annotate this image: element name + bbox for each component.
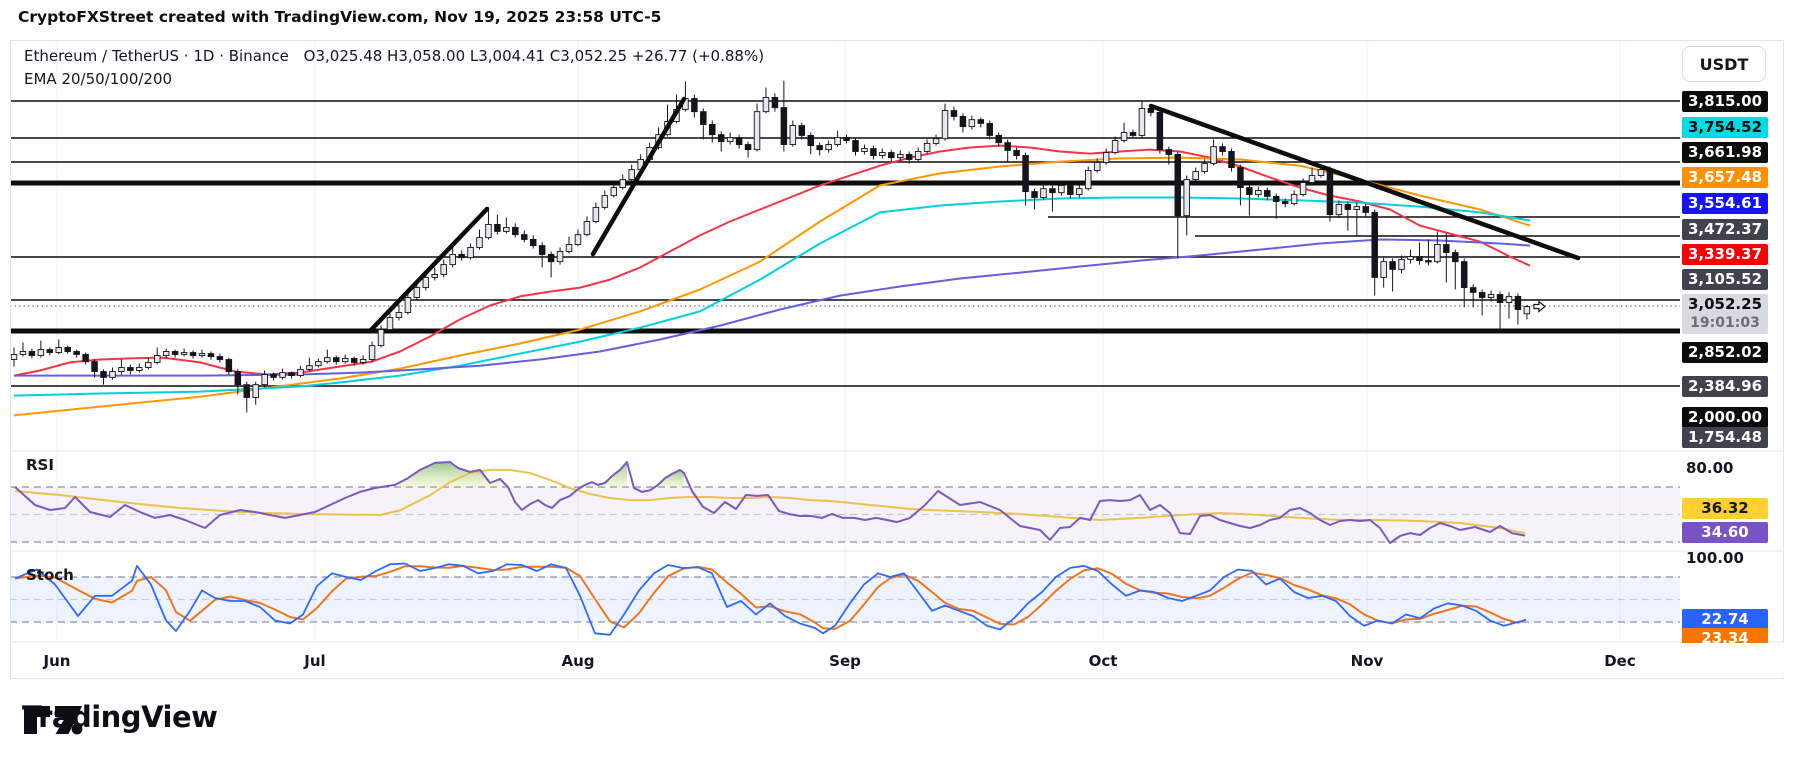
time-axis-month-jul[interactable]: Jul — [304, 652, 325, 670]
chart-card — [10, 40, 1784, 679]
interval[interactable]: 1D — [193, 47, 214, 65]
page: CryptoFXStreet created with TradingView.… — [0, 0, 1793, 773]
indicator-scale-label: 80.00 — [1686, 459, 1734, 477]
exchange: Binance — [228, 47, 289, 65]
price-scale-label[interactable]: 2,852.02 — [1682, 342, 1768, 363]
tradingview-logo: TradingView — [22, 700, 218, 735]
current-price-value: 3,052.25 — [1687, 295, 1763, 313]
tradingview-logo-icon — [24, 706, 83, 735]
time-axis-month-oct[interactable]: Oct — [1089, 652, 1118, 670]
ema-indicator-title[interactable]: EMA 20/50/100/200 — [24, 70, 172, 88]
price-scale-label[interactable]: 3,657.48 — [1682, 167, 1768, 188]
price-scale-label[interactable]: 1,754.48 — [1682, 427, 1768, 448]
stoch-pane-label[interactable]: Stoch — [26, 566, 74, 584]
price-scale-label[interactable]: 22.74 — [1682, 609, 1768, 630]
time-axis-month-aug[interactable]: Aug — [561, 652, 594, 670]
price-scale-label[interactable]: 3,661.98 — [1682, 142, 1768, 163]
symbol-title-row[interactable]: Ethereum / TetherUS · 1D · Binance O3,02… — [24, 47, 764, 65]
dot-sep1: · — [183, 47, 194, 65]
price-scale-label[interactable]: 3,815.00 — [1682, 91, 1768, 112]
credit-line: CryptoFXStreet created with TradingView.… — [18, 8, 662, 26]
price-scale-label[interactable]: 3,472.37 — [1682, 219, 1768, 240]
dot-sep2: · — [219, 47, 229, 65]
time-axis-month-nov[interactable]: Nov — [1351, 652, 1384, 670]
price-scale-label[interactable]: 36.32 — [1682, 498, 1768, 519]
price-scale-label[interactable]: 3,554.61 — [1682, 193, 1768, 214]
price-scale-label[interactable]: 2,384.96 — [1682, 376, 1768, 397]
bar-countdown: 19:01:03 — [1690, 315, 1760, 331]
price-scale-label[interactable]: 3,754.52 — [1682, 117, 1768, 138]
price-scale-label[interactable]: 3,339.37 — [1682, 244, 1768, 265]
price-scale-label[interactable]: 34.60 — [1682, 522, 1768, 543]
scale-bottom-mask — [1672, 643, 1793, 677]
time-axis-month-sep[interactable]: Sep — [829, 652, 861, 670]
time-axis-month-dec[interactable]: Dec — [1604, 652, 1636, 670]
symbol-name[interactable]: Ethereum / TetherUS — [24, 47, 179, 65]
currency-toggle-button[interactable]: USDT — [1682, 46, 1766, 82]
current-price-label: 3,052.25 19:01:03 — [1682, 294, 1768, 334]
rsi-pane-label[interactable]: RSI — [26, 456, 54, 474]
time-axis-month-jun[interactable]: Jun — [44, 652, 71, 670]
price-scale-label[interactable]: 2,000.00 — [1682, 407, 1768, 428]
indicator-scale-label: 100.00 — [1686, 549, 1744, 567]
price-scale-label[interactable]: 3,105.52 — [1682, 269, 1768, 290]
ohlc-values: O3,025.48 H3,058.00 L3,004.41 C3,052.25 … — [303, 47, 765, 65]
